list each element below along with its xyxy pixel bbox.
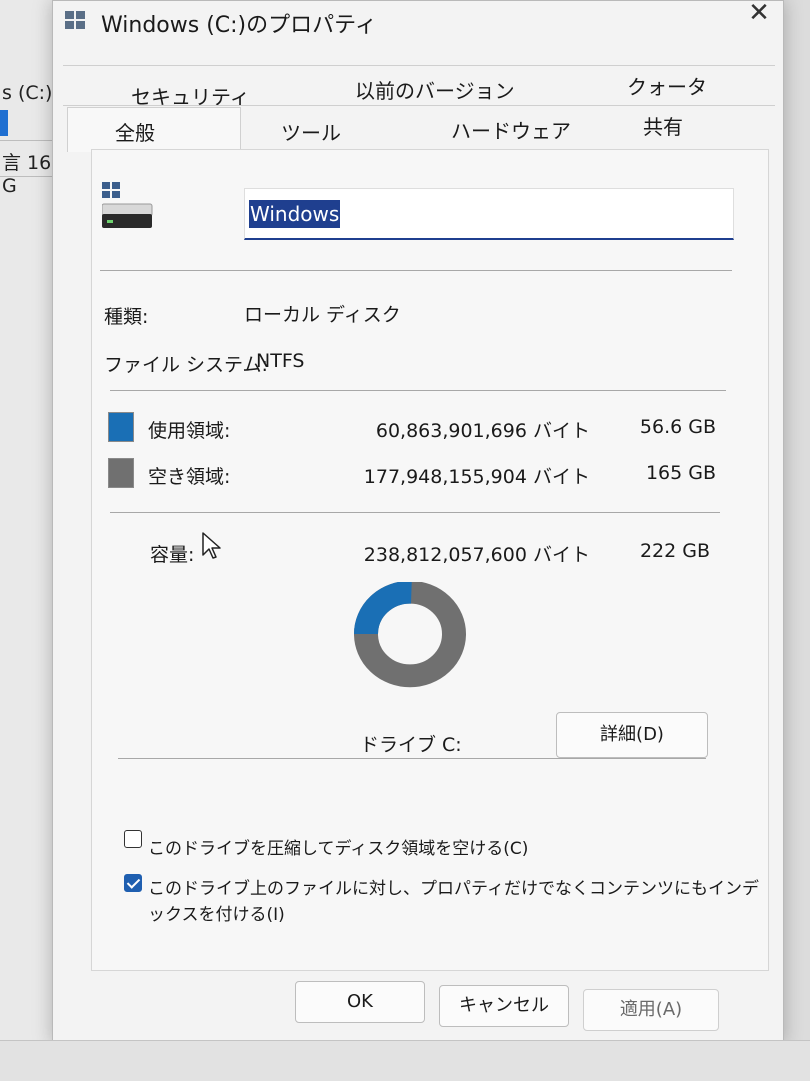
- tab-row-divider: [63, 65, 775, 66]
- tab-tools[interactable]: ツール: [281, 117, 341, 146]
- properties-dialog: Windows (C:)のプロパティ ✕ セキュリティ 以前のバージョン クォー…: [52, 0, 784, 1044]
- index-contents-label-line1: このドライブ上のファイルに対し、プロパティだけでなくコンテンツにもインデ: [148, 879, 759, 899]
- bg-drive-label: s (C:): [2, 82, 53, 104]
- free-space-label: 空き領域:: [148, 466, 231, 488]
- separator: [100, 270, 732, 271]
- compress-drive-checkbox[interactable]: [124, 830, 142, 848]
- close-button[interactable]: ✕: [739, 0, 779, 31]
- capacity-size: 222 GB: [639, 540, 710, 562]
- type-label: 種類:: [104, 306, 149, 328]
- index-contents-label-line2: ックスを付ける(I): [148, 905, 285, 925]
- cancel-button[interactable]: キャンセル: [439, 985, 569, 1027]
- used-space-swatch: [108, 412, 134, 442]
- separator: [118, 758, 706, 759]
- free-space-swatch: [108, 458, 134, 488]
- filesystem-value: NTFS: [256, 350, 305, 372]
- used-space-label: 使用領域:: [148, 420, 231, 442]
- tab-previous-versions[interactable]: 以前のバージョン: [355, 75, 515, 104]
- dialog-title: Windows (C:)のプロパティ: [101, 13, 377, 38]
- tab-hardware[interactable]: ハードウェア: [451, 115, 571, 144]
- mouse-pointer-icon: [202, 532, 221, 559]
- drive-letter-label: ドライブ C:: [360, 734, 462, 756]
- tab-general[interactable]: 全般: [115, 117, 155, 146]
- used-space-size: 56.6 GB: [639, 416, 716, 438]
- bg-usage-bar: [0, 110, 8, 136]
- hard-drive-icon: [102, 182, 153, 228]
- apply-button[interactable]: 適用(A): [583, 989, 719, 1031]
- type-value: ローカル ディスク: [244, 304, 401, 326]
- free-space-size: 165 GB: [645, 462, 716, 484]
- tab-sharing[interactable]: 共有: [643, 111, 683, 140]
- disk-usage-donut: [354, 582, 466, 688]
- filesystem-label: ファイル システム:: [104, 354, 268, 376]
- capacity-bytes: 238,812,057,600 バイト: [363, 544, 590, 566]
- separator: [110, 512, 720, 513]
- volume-name-text: Windows: [249, 200, 341, 228]
- ok-button[interactable]: OK: [295, 981, 425, 1023]
- general-tab-panel: Windows 種類: ローカル ディスク ファイル システム: NTFS 使用…: [91, 149, 769, 971]
- used-space-bytes: 60,863,901,696 バイト: [375, 420, 590, 442]
- volume-name-input[interactable]: Windows: [244, 188, 734, 240]
- index-contents-checkbox[interactable]: [124, 874, 142, 892]
- separator: [110, 390, 726, 391]
- free-space-bytes: 177,948,155,904 バイト: [363, 466, 590, 488]
- capacity-label: 容量:: [150, 544, 195, 566]
- tab-row-divider: [63, 105, 775, 106]
- taskbar: [0, 1040, 810, 1081]
- donut-used-segment: [354, 582, 412, 635]
- tab-quota[interactable]: クォータ: [627, 71, 707, 100]
- compress-drive-label: このドライブを圧縮してディスク領域を空ける(C): [148, 839, 529, 859]
- drive-windows-icon: [65, 11, 87, 31]
- details-button[interactable]: 詳細(D): [556, 712, 708, 758]
